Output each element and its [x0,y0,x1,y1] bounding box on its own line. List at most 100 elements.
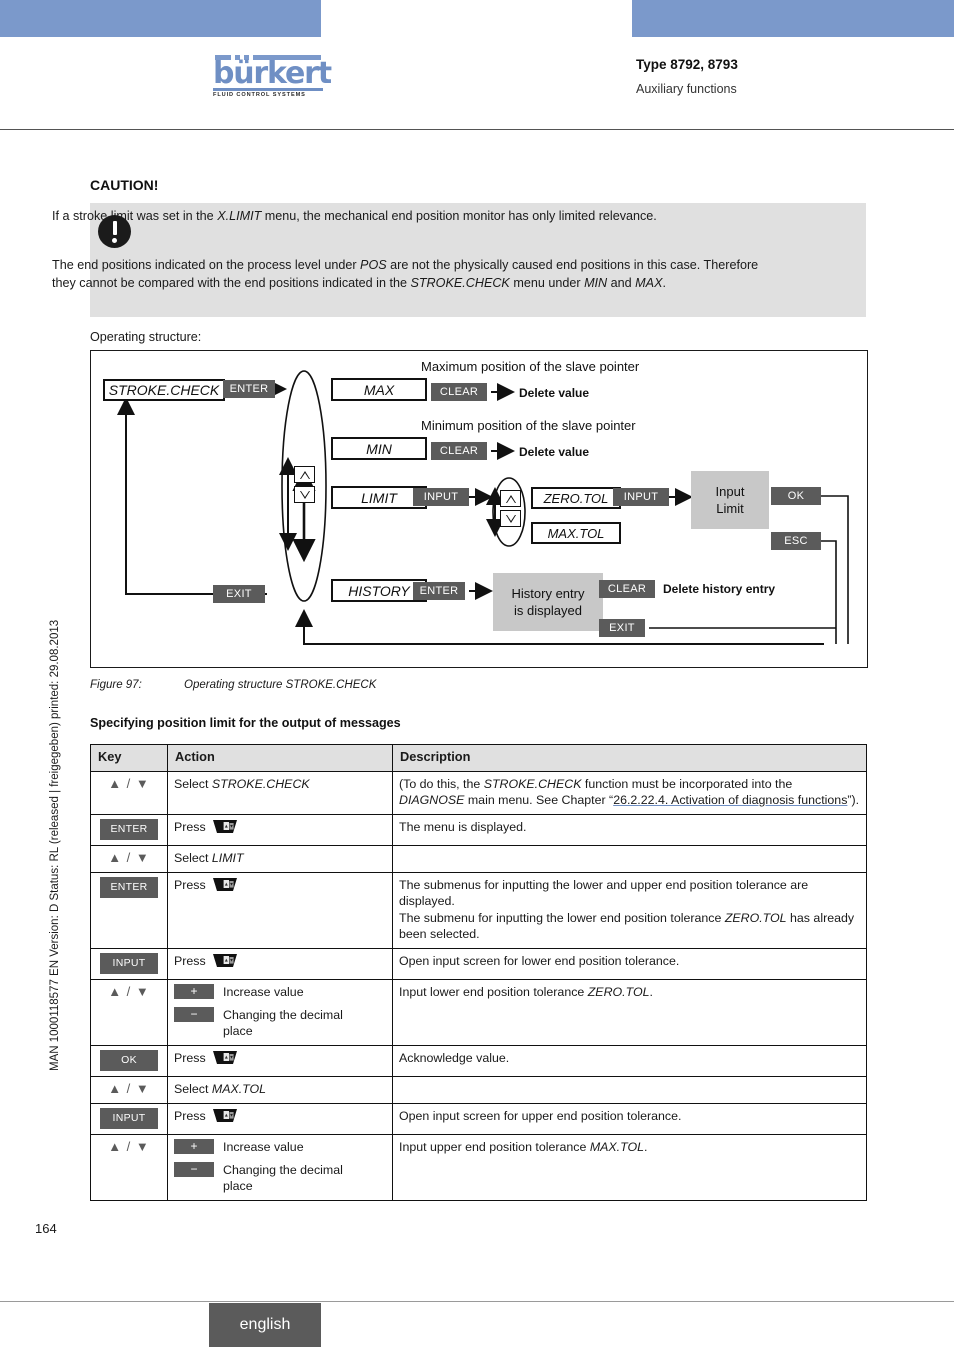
footer-divider [0,1301,954,1302]
document-metadata-sidetext: MAN 1000118577 EN Version: D Status: RL … [49,619,61,1071]
description-cell: Input upper end position tolerance MAX.T… [392,1134,867,1201]
updown-arrows-label: ▲ / ▼ [108,984,150,999]
action-cell: + Increase value − Changing the decimal pl… [167,1134,393,1201]
caution-p2-d: and [607,275,636,290]
key-badge-cell: ENTER [90,871,168,949]
action-cell: Press [167,947,393,980]
description-cell: (To do this, the STROKE.CHECK function m… [392,770,867,815]
action-prefix: Select [174,776,212,791]
action-cell: Press [167,1044,393,1077]
triangle-up-icon [299,470,310,479]
diagram-delete-value-max: Delete value [519,386,590,400]
caution-p1-b: menu, the mechanical end position monito… [261,209,657,223]
diagram-key-clear-max: CLEAR [431,383,487,401]
diagram-key-enter-history: ENTER [413,582,465,600]
column-header-action: Action [167,744,393,772]
minus-button[interactable]: − [174,1161,214,1177]
cross-reference-link[interactable]: 26.2.22.4. Activation of diagnosis funct… [613,793,847,807]
table-row: ENTER Press The submenus for inputting t… [90,871,867,949]
key-badge-cell: INPUT [90,947,168,980]
key-updown: ▲ / ▼ [90,1134,168,1201]
history-box-line1: History entry [511,586,585,601]
action-cell: Select LIMIT [167,845,393,873]
minus-description: Changing the decimal place [223,1007,343,1039]
diagram-arrow-up-button [294,466,315,483]
diagram-tol-arrow-up-button [500,490,521,507]
diagram-key-clear-history: CLEAR [599,580,655,598]
figure-number: Figure 97: [90,679,142,691]
action-cell: Select MAX.TOL [167,1076,393,1104]
diagram-node-stroke-check: STROKE.CHECK [103,379,225,401]
language-tab: english [209,1303,321,1347]
logo-underline [213,88,323,91]
page-number: 164 [35,1221,57,1236]
caution-p2-it1: POS [360,258,387,272]
press-key-icon [212,878,237,892]
diagram-key-esc: ESC [771,532,821,550]
minus-button[interactable]: − [174,1006,214,1022]
caution-p2-it3: MIN [584,275,608,290]
description-cell: Acknowledge value. [392,1044,867,1077]
operating-structure-label: Operating structure: [90,330,202,344]
table-row: ▲ / ▼ + Increase value − Changing the deci… [90,979,867,1046]
minus-description: Changing the decimal place [223,1162,343,1194]
header-divider [0,129,954,130]
press-key-icon [212,1109,237,1123]
key-updown: ▲ / ▼ [90,770,168,815]
desc-it2: DIAGNOSE [399,793,465,807]
plus-button[interactable]: + [174,1139,214,1154]
top-accent-bar-left [0,0,321,37]
desc-it1: ZERO.TOL [724,910,787,925]
table-row: ▲ / ▼ + Increase value − Changing the deci… [90,1134,867,1201]
triangle-down-icon [505,514,516,523]
desc-d: ”). [847,793,860,807]
updown-arrows-label: ▲ / ▼ [108,775,150,791]
key-badge-enter: ENTER [100,876,158,898]
table-row: ▲ / ▼ Select LIMIT [90,845,867,873]
action-cell: Select STROKE.CHECK [167,770,393,815]
caution-paragraph-1: If a stroke limit was set in the X.LIMIT… [52,208,764,226]
table-row: ▲ / ▼ Select MAX.TOL [90,1076,867,1104]
description-cell: Open input screen for lower end position… [392,947,867,980]
figure-caption: Operating structure STROKE.CHECK [184,679,377,691]
action-italic: MAX.TOL [211,1082,267,1096]
desc-a: Open input screen for upper end position… [399,1108,682,1123]
diagram-delete-history-entry: Delete history entry [663,582,776,596]
description-cell: Input lower end position tolerance ZERO.… [392,979,867,1046]
desc-b: The submenu for inputting the lower end … [399,910,725,925]
desc-a: Open input screen for lower end position… [399,953,680,968]
desc-it1: STROKE.CHECK [483,776,582,791]
triangle-up-icon [505,494,516,503]
desc-c: main menu. See Chapter “ [464,793,614,807]
input-limit-line1: Input [715,484,745,499]
desc-a: Input lower end position tolerance [399,985,588,999]
logo-tagline: FLUID CONTROL SYSTEMS [213,92,306,98]
desc-a: The submenus for inputting the lower and… [399,877,809,909]
plus-button[interactable]: + [174,984,214,999]
plus-description: Increase value [223,1140,304,1154]
option-increase: + Increase value [174,984,386,1001]
desc-it1: MAX.TOL [589,1140,644,1154]
action-italic: STROKE.CHECK [211,776,310,791]
desc-b: . [644,1140,648,1154]
key-updown: ▲ / ▼ [90,979,168,1046]
press-key-icon [212,820,237,834]
key-badge-enter: ENTER [100,818,158,840]
diagram-node-min: MIN [331,437,427,460]
table-row: INPUT Press Open input screen for upper … [90,1102,867,1135]
procedure-table: Key Action Description ▲ / ▼ Select STRO… [90,744,867,1201]
diagram-node-max: MAX [331,378,427,401]
action-italic: LIMIT [211,851,244,865]
desc-it1: ZERO.TOL [587,985,650,999]
diagram-node-max-tol: MAX.TOL [531,522,621,544]
action-cell: Press [167,871,393,949]
description-cell [392,1076,867,1104]
action-prefix: Press [174,877,206,892]
caution-p2-e: . [662,275,666,290]
key-badge-input: INPUT [100,1107,158,1129]
caution-paragraph-2: The end positions indicated on the proce… [52,257,764,292]
diagram-history-box: History entry is displayed [493,573,603,631]
desc-a: The menu is displayed. [399,819,527,834]
table-row: OK Press Acknowledge value. [90,1044,867,1077]
history-box-line2: is displayed [514,603,582,618]
